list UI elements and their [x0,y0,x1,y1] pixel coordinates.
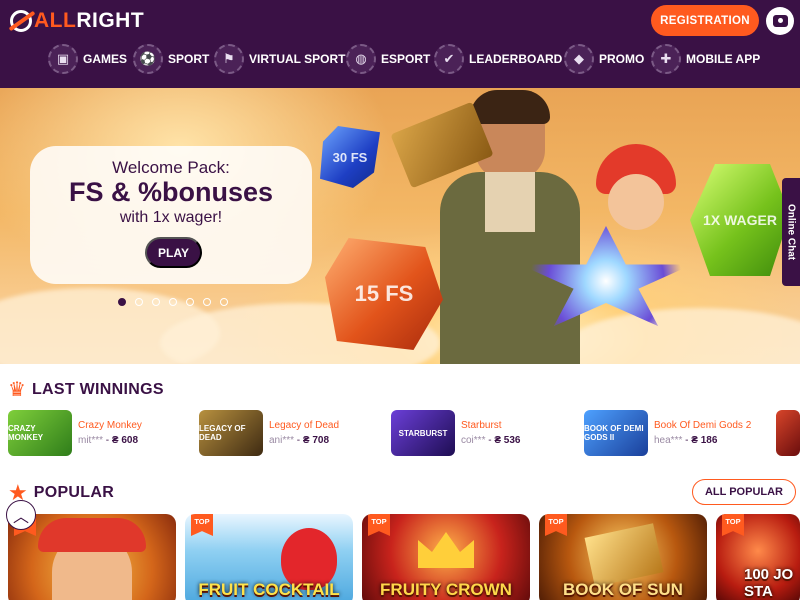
winning-game-name: Starburst [461,420,502,431]
gem-30-fs: 30 FS [320,126,380,188]
winning-amount: ₴ 708 [302,435,330,446]
game-thumbnail: CRAZY MONKEY [8,410,72,456]
jester-hat-image [38,518,146,552]
cloud-decoration [560,308,800,364]
winning-item[interactable]: CRAZY MONKEY Crazy Monkey mit*** - ₴ 608 [8,410,142,456]
gem-wager: 1X WAGER [690,164,790,276]
nav-item-mobile-app[interactable]: ✚ MOBILE APP [651,42,760,76]
crown-icon: ♛ [8,379,26,401]
slider-dot[interactable] [220,298,228,306]
nav-item-promo[interactable]: ◆ PROMO [564,42,644,76]
slider-dot[interactable] [118,298,126,306]
soccer-ball-icon: ⚽ [133,44,163,74]
game-card[interactable]: 100 JO STA TOP [716,514,800,600]
game-card[interactable]: TOP [8,514,176,600]
top-badge: TOP [722,514,744,536]
logo-mark-icon [10,10,32,32]
nav-label: VIRTUAL SPORT [249,52,346,66]
slider-dot[interactable] [135,298,143,306]
last-winnings-title: LAST WINNINGS [31,380,164,398]
nav-label: SPORT [168,52,210,66]
winning-user: coi*** [461,435,486,446]
winning-user: mit*** [78,435,104,446]
winning-amount: ₴ 608 [111,435,139,446]
jester-character-image [576,144,686,234]
winning-game-name: Legacy of Dead [269,420,340,431]
nav-label: ESPORT [381,52,431,66]
nav-item-virtual-sport[interactable]: ⚑ VIRTUAL SPORT [214,42,345,76]
profile-chat-icon [772,15,788,27]
logo[interactable]: ALLRIGHT [10,8,144,34]
registration-button[interactable]: REGISTRATION [651,5,759,36]
game-card-title: BOOK OF SUN [563,580,683,599]
nav-label: LEADERBOARD [469,52,563,66]
nav-label: PROMO [599,52,645,66]
winning-user: hea*** [654,435,683,446]
diamond-icon: ◆ [564,44,594,74]
globe-icon: ◍ [346,44,376,74]
slider-dot[interactable] [203,298,211,306]
running-man-icon: ⚑ [214,44,244,74]
game-card-title: FRUIT COCKTAIL [198,580,340,599]
game-thumbnail: STARBURST [391,410,455,456]
game-thumbnail: BOOK OF DEMI GODS II [584,410,648,456]
game-card[interactable]: FRUITY CROWN TOP [362,514,530,600]
winning-item[interactable]: STARBURST Starburst coi*** - ₴ 536 [391,410,521,456]
winning-item[interactable]: BOOK OF DEMI GODS II Book Of Demi Gods 2… [584,410,751,456]
hero-banner[interactable]: 30 FS 15 FS 1X WAGER Welcome Pack: FS & … [0,88,800,364]
game-card-title: FRUITY CROWN [380,580,512,599]
winning-amount: ₴ 186 [691,435,718,446]
winning-user: ani*** [269,435,295,446]
slider-dot[interactable] [169,298,177,306]
nav-item-games[interactable]: ▣ GAMES [48,42,127,76]
book-image [584,523,664,587]
winning-item[interactable]: LEGACY OF DEAD Legacy of Dead ani*** - ₴… [199,410,339,456]
online-chat-tab[interactable]: Online Chat [782,178,800,286]
slider-dot[interactable] [152,298,160,306]
scroll-to-top-button[interactable]: ︿ [6,500,36,530]
top-badge: TOP [368,514,390,536]
logo-text-right: RIGHT [76,9,145,32]
nav-item-esport[interactable]: ◍ ESPORT [346,42,430,76]
all-popular-button[interactable]: ALL POPULAR [692,479,796,505]
popular-title: POPULAR [33,484,115,501]
nav-item-leaderboard[interactable]: ✔ LEADERBOARD [434,42,562,76]
chevron-up-icon: ︿ [12,509,29,526]
gem-15-fs-label: 15 FS [354,281,414,306]
gem-wager-label: 1X WAGER [703,212,777,228]
promo-title: FS & %bonuses [68,177,274,207]
slider-dot[interactable] [186,298,194,306]
game-card[interactable]: BOOK OF SUN TOP [539,514,707,600]
nav-label: GAMES [83,52,128,66]
slot-machine-icon: ▣ [48,44,78,74]
promo-wager-text: with 1x wager! [119,209,223,226]
game-thumbnail: LEGACY OF DEAD [199,410,263,456]
game-card-title: 100 JO STA [744,566,794,600]
promo-subtitle: Welcome Pack: [112,158,230,177]
nav-item-sport[interactable]: ⚽ SPORT [133,42,209,76]
winning-game-name: Crazy Monkey [78,420,142,431]
main-nav: ▣ GAMES ⚽ SPORT ⚑ VIRTUAL SPORT ◍ ESPORT… [0,42,800,76]
crown-image [418,532,474,568]
top-badge: TOP [191,514,213,536]
gem-30-fs-label: 30 FS [332,149,368,165]
check-badge-icon: ✔ [434,44,464,74]
profile-button[interactable] [766,7,794,35]
game-thumbnail [776,410,800,456]
nav-label: MOBILE APP [686,52,761,66]
last-winnings-header: ♛ LAST WINNINGS [8,377,164,402]
header: ALLRIGHT REGISTRATION ▣ GAMES ⚽ SPORT ⚑ … [0,0,800,88]
game-card[interactable]: FRUIT COCKTAIL TOP [185,514,353,600]
gamepad-icon: ✚ [651,44,681,74]
play-button[interactable]: PLAY [145,237,202,268]
winning-item[interactable] [776,410,800,456]
winning-game-name: Book Of Demi Gods 2 [654,420,752,431]
slider-dots [118,298,237,306]
logo-text-all: ALL [34,9,77,32]
winning-amount: ₴ 536 [494,435,521,446]
top-badge: TOP [545,514,567,536]
